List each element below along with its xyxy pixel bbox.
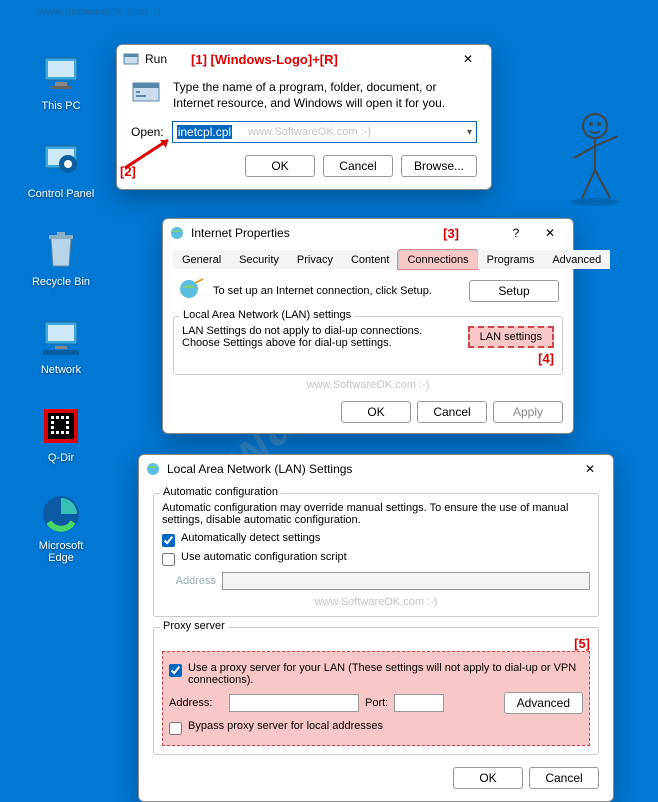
ip-title: Internet Properties	[191, 226, 290, 240]
tabs: General Security Privacy Content Connect…	[173, 249, 563, 269]
run-icon	[123, 51, 139, 67]
browse-button[interactable]: Browse...	[401, 155, 477, 177]
tab-connections[interactable]: Connections	[398, 250, 477, 269]
chevron-down-icon[interactable]: ▾	[467, 127, 472, 138]
desktop-icon-qdir[interactable]: Q-Dir	[26, 404, 96, 464]
lan-text: LAN Settings do not apply to dial-up con…	[182, 325, 458, 349]
apply-button[interactable]: Apply	[493, 401, 563, 423]
lan-fieldset: Local Area Network (LAN) settings LAN Se…	[173, 316, 563, 375]
run-input-value: inetcpl.cpl	[177, 125, 232, 139]
auto-script-checkbox[interactable]: Use automatic configuration script	[162, 551, 590, 566]
run-dialog: Run [1] [Windows-Logo]+[R] ✕ Type the na…	[116, 44, 492, 190]
desktop-icon-recycle-bin[interactable]: Recycle Bin	[26, 228, 96, 288]
tab-programs[interactable]: Programs	[478, 250, 544, 269]
annotation-1: [1] [Windows-Logo]+[R]	[191, 52, 338, 67]
tab-general[interactable]: General	[173, 250, 230, 269]
close-button[interactable]: ✕	[573, 457, 607, 481]
annotation-4: [4]	[538, 351, 554, 366]
cancel-button[interactable]: Cancel	[417, 401, 487, 423]
proxy-port-input[interactable]	[394, 694, 444, 712]
annotation-3: [3]	[443, 226, 459, 241]
desktop-icon-network[interactable]: Network	[26, 316, 96, 376]
run-description: Type the name of a program, folder, docu…	[173, 79, 477, 111]
network-icon	[39, 316, 83, 360]
run-input[interactable]: inetcpl.cpl www.SoftwareOK.com :-) ▾	[172, 121, 477, 143]
cancel-button[interactable]: Cancel	[323, 155, 393, 177]
setup-button[interactable]: Setup	[469, 280, 559, 302]
setup-text: To set up an Internet connection, click …	[213, 285, 461, 297]
address-label: Address	[162, 575, 216, 587]
auto-detect-checkbox[interactable]: Automatically detect settings	[162, 532, 590, 547]
cancel-button[interactable]: Cancel	[529, 767, 599, 789]
proxy-address-input[interactable]	[229, 694, 359, 712]
lan-title: Local Area Network (LAN) Settings	[167, 462, 352, 476]
this-pc-icon	[39, 52, 83, 96]
lan-titlebar: Local Area Network (LAN) Settings ✕	[139, 455, 613, 483]
annotation-5: [5]	[574, 636, 590, 651]
stick-figure	[560, 108, 630, 208]
ok-button[interactable]: OK	[453, 767, 523, 789]
bypass-checkbox[interactable]: Bypass proxy server for local addresses	[169, 720, 583, 735]
proxy-address-label: Address:	[169, 697, 223, 709]
watermark-url: www.SoftwareOK.com :-)	[38, 6, 161, 18]
close-button[interactable]: ✕	[451, 47, 485, 71]
run-titlebar: Run [1] [Windows-Logo]+[R] ✕	[117, 45, 491, 73]
tab-advanced[interactable]: Advanced	[543, 250, 610, 269]
help-button[interactable]: ?	[499, 221, 533, 245]
internet-properties-dialog: Internet Properties [3] ? ✕ General Secu…	[162, 218, 574, 434]
open-label: Open:	[131, 125, 164, 139]
desktop-icon-control-panel[interactable]: Control Panel	[26, 140, 96, 200]
control-panel-icon	[39, 140, 83, 184]
lan-settings-dialog: Local Area Network (LAN) Settings ✕ Auto…	[138, 454, 614, 802]
desktop-icon-this-pc[interactable]: This PC	[26, 52, 96, 112]
ok-button[interactable]: OK	[245, 155, 315, 177]
close-button[interactable]: ✕	[533, 221, 567, 245]
auto-legend: Automatic configuration	[160, 486, 281, 498]
tab-security[interactable]: Security	[230, 250, 288, 269]
edge-icon	[39, 492, 83, 536]
recycle-bin-icon	[39, 228, 83, 272]
proxy-legend: Proxy server	[160, 620, 228, 632]
tab-privacy[interactable]: Privacy	[288, 250, 342, 269]
internet-icon	[145, 461, 161, 477]
lan-legend: Local Area Network (LAN) settings	[180, 309, 354, 321]
qdir-icon	[39, 404, 83, 448]
desktop-icon-edge[interactable]: Microsoft Edge	[26, 492, 96, 564]
globe-wand-icon	[177, 277, 205, 304]
lan-settings-button[interactable]: LAN settings	[468, 326, 554, 348]
tab-content[interactable]: Content	[342, 250, 399, 269]
auto-desc: Automatic configuration may override man…	[162, 502, 590, 526]
use-proxy-checkbox[interactable]: Use a proxy server for your LAN (These s…	[169, 662, 583, 686]
internet-icon	[169, 225, 185, 241]
ip-titlebar: Internet Properties [3] ? ✕	[163, 219, 573, 247]
run-big-icon	[131, 79, 163, 111]
advanced-button[interactable]: Advanced	[504, 692, 583, 714]
run-title: Run	[145, 52, 167, 66]
proxy-fieldset: Proxy server [5] Use a proxy server for …	[153, 627, 599, 755]
auto-config-fieldset: Automatic configuration Automatic config…	[153, 493, 599, 617]
proxy-port-label: Port:	[365, 697, 388, 709]
ok-button[interactable]: OK	[341, 401, 411, 423]
script-address-input	[222, 572, 590, 590]
